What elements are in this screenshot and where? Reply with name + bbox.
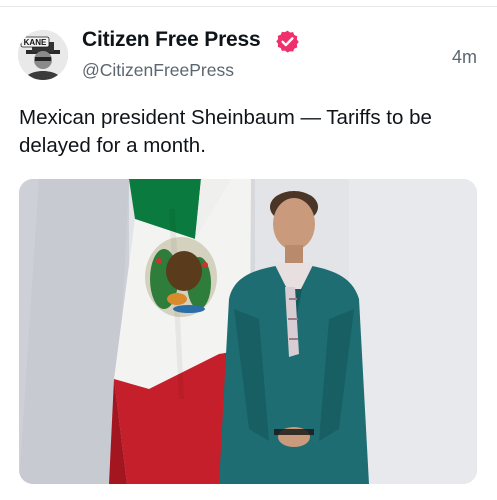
author-handle[interactable]: @CitizenFreePress [82,60,234,81]
author-name[interactable]: Citizen Free Press [82,28,261,52]
avatar-image: KANE [18,30,68,80]
avatar-label: KANE [24,38,47,47]
top-divider [0,6,497,7]
verified-badge-icon [276,30,299,53]
post-photo [19,179,477,484]
avatar[interactable]: KANE [18,30,68,80]
post-text: Mexican president Sheinbaum — Tariffs to… [19,106,432,157]
post-image[interactable] [19,179,477,484]
post-timestamp[interactable]: 4m [452,47,477,68]
